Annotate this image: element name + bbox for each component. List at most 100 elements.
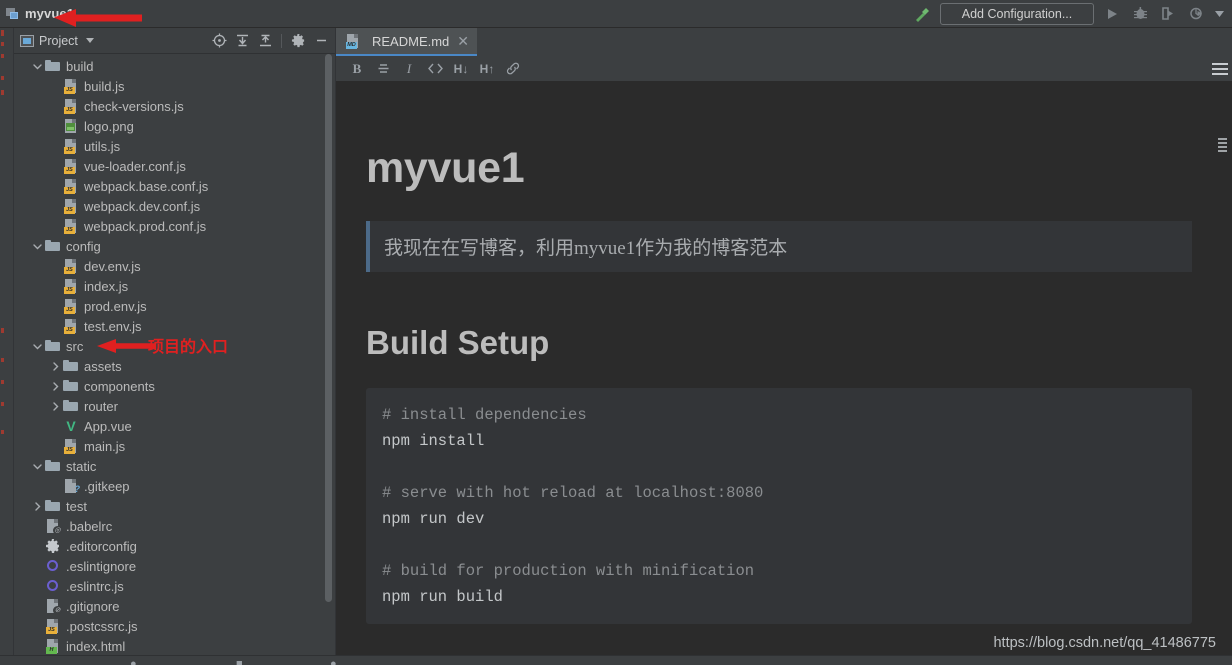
eslint-file-icon xyxy=(45,558,61,574)
tree-row-label: components xyxy=(84,378,155,394)
scroll-from-source-icon[interactable] xyxy=(208,30,230,52)
strikethrough-button[interactable] xyxy=(372,58,394,80)
folder-icon xyxy=(45,338,61,354)
tree-row[interactable]: JS test.env.js xyxy=(14,316,336,336)
tab-readme-md[interactable]: MD README.md ✕ xyxy=(336,28,478,56)
tree-row[interactable]: JS webpack.dev.conf.js xyxy=(14,196,336,216)
tree-row[interactable]: ? .gitkeep xyxy=(14,476,336,496)
status-bar-item-2[interactable]: ■ xyxy=(236,658,243,665)
expand-all-icon[interactable] xyxy=(231,30,253,52)
tree-row[interactable]: JS dev.env.js xyxy=(14,256,336,276)
project-panel-scrollbar[interactable] xyxy=(325,54,332,602)
project-module-icon xyxy=(6,7,19,20)
tree-row[interactable]: components xyxy=(14,376,336,396)
status-bar-item-1[interactable]: ● xyxy=(130,658,137,665)
heading-down-button[interactable]: H↓ xyxy=(450,58,472,80)
tree-row[interactable]: JS prod.env.js xyxy=(14,296,336,316)
hammer-icon[interactable] xyxy=(912,4,932,24)
code-line: npm run build xyxy=(382,588,503,606)
hamburger-menu-icon[interactable] xyxy=(1212,61,1228,77)
hide-panel-icon[interactable] xyxy=(310,30,332,52)
tree-row[interactable]: JS webpack.base.conf.js xyxy=(14,176,336,196)
chevron-down-icon[interactable] xyxy=(32,241,43,252)
tree-row[interactable]: router xyxy=(14,396,336,416)
tree-row-label: dev.env.js xyxy=(84,258,141,274)
collapse-all-icon[interactable] xyxy=(254,30,276,52)
run-with-coverage-icon[interactable] xyxy=(1158,4,1178,24)
add-configuration-button[interactable]: Add Configuration... xyxy=(940,2,1094,25)
chevron-down-icon[interactable] xyxy=(32,341,43,352)
title-bar-left: myvue1 xyxy=(0,6,74,21)
status-bar: ● ■ ● xyxy=(0,655,1232,665)
settings-gear-icon[interactable] xyxy=(287,30,309,52)
chevron-right-icon[interactable] xyxy=(50,401,61,412)
tree-row[interactable]: JS index.js xyxy=(14,276,336,296)
tree-row[interactable]: assets xyxy=(14,356,336,376)
gitkeep-file-icon: ? xyxy=(63,478,80,494)
tree-row[interactable]: logo.png xyxy=(14,116,336,136)
italic-button[interactable]: I xyxy=(398,58,420,80)
tree-row[interactable]: Hindex.html xyxy=(14,636,336,656)
javascript-file-icon: JS xyxy=(63,438,79,454)
tree-row[interactable]: JS build.js xyxy=(14,76,336,96)
tree-row[interactable]: .eslintignore xyxy=(14,556,336,576)
preview-code-block: # install dependencies npm install # ser… xyxy=(366,388,1192,624)
code-button[interactable] xyxy=(424,58,446,80)
folder-icon xyxy=(63,398,79,414)
tree-row[interactable]: V App.vue xyxy=(14,416,336,436)
chevron-right-icon[interactable] xyxy=(32,501,43,512)
tree-row-label: check-versions.js xyxy=(84,98,184,114)
link-button[interactable] xyxy=(502,58,524,80)
project-view-icon xyxy=(20,34,34,47)
tree-row[interactable]: .editorconfig xyxy=(14,536,336,556)
editor-scrollbar[interactable] xyxy=(1217,138,1230,665)
chevron-right-icon[interactable] xyxy=(50,361,61,372)
tree-row[interactable]: static xyxy=(14,456,336,476)
tree-row[interactable]: JS webpack.prod.conf.js xyxy=(14,216,336,236)
javascript-file-icon: JS xyxy=(63,98,79,114)
folder-icon xyxy=(45,58,61,74)
javascript-file-icon: JS xyxy=(45,618,61,634)
code-line: # build for production with minification xyxy=(382,562,755,580)
folder-icon xyxy=(63,358,79,374)
tree-row[interactable]: build xyxy=(14,56,336,76)
javascript-file-icon: JS xyxy=(63,318,79,334)
chevron-down-icon[interactable] xyxy=(85,38,94,43)
tree-row[interactable]: src xyxy=(14,336,336,356)
title-bar: myvue1 Add Configuration... xyxy=(0,0,1232,28)
status-bar-item-3[interactable]: ● xyxy=(330,658,337,665)
toolbar-divider xyxy=(281,33,282,48)
tree-row[interactable]: test xyxy=(14,496,336,516)
chevron-right-icon[interactable] xyxy=(50,381,61,392)
tab-project[interactable]: Project xyxy=(20,34,94,48)
tree-row[interactable]: config xyxy=(14,236,336,256)
tree-row[interactable]: JS check-versions.js xyxy=(14,96,336,116)
tree-row[interactable]: ◎ .babelrc xyxy=(14,516,336,536)
tree-row[interactable]: JS .postcssrc.js xyxy=(14,616,336,636)
close-icon[interactable]: ✕ xyxy=(457,34,469,48)
run-icon[interactable] xyxy=(1102,4,1122,24)
chevron-down-icon[interactable] xyxy=(32,61,43,72)
debug-icon[interactable] xyxy=(1130,4,1150,24)
chevron-down-icon[interactable] xyxy=(32,461,43,472)
watermark: https://blog.csdn.net/qq_41486775 xyxy=(993,635,1216,651)
tree-row[interactable]: JS main.js xyxy=(14,436,336,456)
tree-row-label: webpack.prod.conf.js xyxy=(84,218,207,234)
tree-row[interactable]: .eslintrc.js xyxy=(14,576,336,596)
javascript-file-icon: JS xyxy=(63,158,79,174)
project-file-tree[interactable]: build JS build.js JS check-versions.js logo.p… xyxy=(14,54,336,665)
profiler-icon[interactable] xyxy=(1186,4,1206,24)
javascript-file-icon: JS xyxy=(63,298,79,314)
bold-button[interactable]: B xyxy=(346,58,368,80)
tree-row[interactable]: JS vue-loader.conf.js xyxy=(14,156,336,176)
tree-row-label: index.js xyxy=(84,278,129,294)
tree-row-label: config xyxy=(66,238,101,254)
tree-row-label: .gitignore xyxy=(66,598,120,614)
markdown-preview: myvue1 我现在在写博客，利用myvue1作为我的博客范本 Build Se… xyxy=(336,82,1232,665)
tree-row-label: .babelrc xyxy=(66,518,113,534)
tree-row[interactable]: JS utils.js xyxy=(14,136,336,156)
chevron-down-icon[interactable] xyxy=(1214,4,1224,24)
heading-up-button[interactable]: H↑ xyxy=(476,58,498,80)
tree-row-label: .eslintrc.js xyxy=(66,578,124,594)
tree-row[interactable]: ⊘ .gitignore xyxy=(14,596,336,616)
